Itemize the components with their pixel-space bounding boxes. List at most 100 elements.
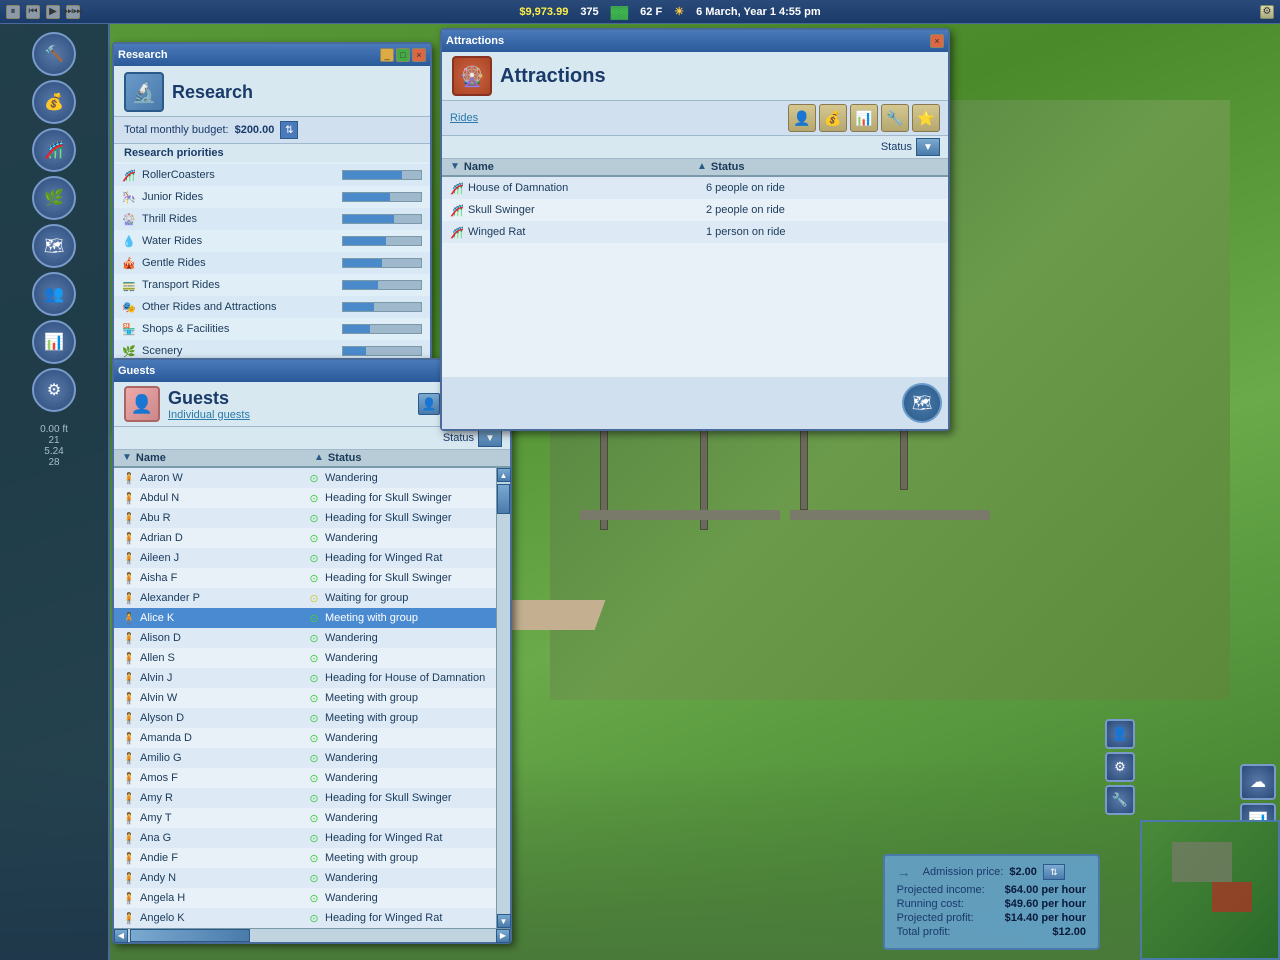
guest-row[interactable]: 🧍 Alvin J ⊙ Heading for House of Damnati… [114,668,496,688]
guest-row[interactable]: 🧍 Angelo K ⊙ Heading for Winged Rat [114,908,496,928]
attraction-row[interactable]: 🎢 Skull Swinger 2 people on ride [442,199,948,221]
guest-avatar-icon: 🧍 [122,871,136,885]
attraction-icon-btn3[interactable]: 📊 [850,104,878,132]
hscroll-thumb[interactable] [130,929,250,942]
guests-status-column-header[interactable]: Status [328,452,502,464]
minimap[interactable] [1140,820,1280,960]
status-filter-dropdown[interactable]: ▼ [478,429,502,447]
guest-row[interactable]: 🧍 Amanda D ⊙ Wandering [114,728,496,748]
play-btn[interactable]: ▶ [46,5,60,19]
research-item-name: Other Rides and Attractions [142,301,336,313]
attractions-close-btn[interactable]: × [930,34,944,48]
wrench-icon-btn[interactable]: 🔧 [1105,785,1135,815]
scroll-down-arrow[interactable]: ▼ [497,914,511,928]
attraction-icon-btn2[interactable]: 💰 [819,104,847,132]
research-item[interactable]: 🎠 Junior Rides [114,186,430,208]
guest-row[interactable]: 🧍 Alice K ⊙ Meeting with group [114,608,496,628]
admission-adjust-btn[interactable]: ⇅ [1043,864,1065,880]
sidebar-btn-scenery[interactable]: 🌿 [32,176,76,220]
cloud-icon-btn[interactable]: ☁ [1240,764,1276,800]
sidebar-btn-build[interactable]: 🔨 [32,32,76,76]
attraction-row[interactable]: 🎢 House of Damnation 6 people on ride [442,177,948,199]
attraction-row[interactable]: 🎢 Winged Rat 1 person on ride [442,221,948,243]
attr-name-col-header[interactable]: Name [464,161,693,173]
guest-name: Alice K [140,612,303,624]
sidebar-btn-settings[interactable]: ⚙ [32,368,76,412]
guest-row[interactable]: 🧍 Aileen J ⊙ Heading for Winged Rat [114,548,496,568]
sidebar-btn-finance[interactable]: 💰 [32,80,76,124]
budget-up-button[interactable]: ⇅ [280,121,298,139]
guests-scrollbar-vertical[interactable]: ▲ ▼ [496,468,510,928]
research-item-icon: 🚃 [122,278,136,292]
sidebar-btn-guests[interactable]: 👥 [32,272,76,316]
guest-row[interactable]: 🧍 Abu R ⊙ Heading for Skull Swinger [114,508,496,528]
scroll-track[interactable] [497,482,510,914]
toolbar-right: ⚙ [1260,5,1274,19]
guest-avatar-icon: 🧍 [122,651,136,665]
scroll-thumb[interactable] [497,484,510,514]
research-item[interactable]: 🎪 Gentle Rides [114,252,430,274]
guests-view-btn1[interactable]: 👤 [418,393,440,415]
attractions-subtitle[interactable]: Rides [450,112,784,124]
pause-btn[interactable]: ⏸ [6,5,20,19]
guest-avatar-icon: 🧍 [122,571,136,585]
guest-status: Meeting with group [325,692,488,704]
guest-row[interactable]: 🧍 Amos F ⊙ Wandering [114,768,496,788]
guest-row[interactable]: 🧍 Aisha F ⊙ Heading for Skull Swinger [114,568,496,588]
guest-row[interactable]: 🧍 Amilio G ⊙ Wandering [114,748,496,768]
attr-status-col-header[interactable]: Status [711,161,940,173]
guest-name: Alvin W [140,692,303,704]
rewind-btn[interactable]: ⏮ [26,5,40,19]
guest-row[interactable]: 🧍 Alyson D ⊙ Meeting with group [114,708,496,728]
guest-row[interactable]: 🧍 Angela H ⊙ Wandering [114,888,496,908]
research-close-btn[interactable]: × [412,48,426,62]
guest-row[interactable]: 🧍 Aaron W ⊙ Wandering [114,468,496,488]
admission-price-value: $2.00 [1009,866,1037,878]
guest-row[interactable]: 🧍 Amy R ⊙ Heading for Skull Swinger [114,788,496,808]
research-item[interactable]: 🚃 Transport Rides [114,274,430,296]
guest-row[interactable]: 🧍 Adrian D ⊙ Wandering [114,528,496,548]
attraction-icon-btn4[interactable]: 🔧 [881,104,909,132]
guest-row[interactable]: 🧍 Amy T ⊙ Wandering [114,808,496,828]
guest-row[interactable]: 🧍 Alison D ⊙ Wandering [114,628,496,648]
research-maximize-btn[interactable]: □ [396,48,410,62]
guest-row[interactable]: 🧍 Andy N ⊙ Wandering [114,868,496,888]
scroll-up-arrow[interactable]: ▲ [497,468,511,482]
guest-status: Wandering [325,892,488,904]
guest-row[interactable]: 🧍 Allen S ⊙ Wandering [114,648,496,668]
research-item[interactable]: 💧 Water Rides [114,230,430,252]
research-item[interactable]: 🏪 Shops & Facilities [114,318,430,340]
guest-status-icon: ⊙ [307,511,321,525]
guest-avatar-icon: 🧍 [122,551,136,565]
guest-row[interactable]: 🧍 Alvin W ⊙ Meeting with group [114,688,496,708]
guest-status: Wandering [325,812,488,824]
hscroll-left-arrow[interactable]: ◀ [114,929,128,943]
attr-status-dropdown[interactable]: ▼ [916,138,940,156]
guests-name-column-header[interactable]: Name [136,452,310,464]
research-item[interactable]: 🎡 Thrill Rides [114,208,430,230]
settings-icon[interactable]: ⚙ [1260,5,1274,19]
research-item[interactable]: 🎢 RollerCoasters [114,164,430,186]
hscroll-track[interactable] [128,929,496,942]
attraction-icon-btn1[interactable]: 👤 [788,104,816,132]
attraction-icon-btn5[interactable]: ⭐ [912,104,940,132]
guest-row[interactable]: 🧍 Abdul N ⊙ Heading for Skull Swinger [114,488,496,508]
guests-subtitle[interactable]: Individual guests [168,409,250,421]
person-icon-btn[interactable]: 👤 [1105,719,1135,749]
sort-icon2: ▲ [314,452,324,464]
guest-status-icon: ⊙ [307,471,321,485]
gear-small-icon-btn[interactable]: ⚙ [1105,752,1135,782]
sidebar-btn-rides[interactable]: 🎢 [32,128,76,172]
attractions-nav-btn[interactable]: 🗺 [902,383,942,423]
guest-status-icon: ⊙ [307,591,321,605]
research-minimize-btn[interactable]: _ [380,48,394,62]
guests-scrollbar-horizontal[interactable]: ◀ ▶ [114,928,510,942]
guest-row[interactable]: 🧍 Ana G ⊙ Heading for Winged Rat [114,828,496,848]
hscroll-right-arrow[interactable]: ▶ [496,929,510,943]
sidebar-btn-stats[interactable]: 📊 [32,320,76,364]
guest-row[interactable]: 🧍 Andie F ⊙ Meeting with group [114,848,496,868]
fast-forward-btn[interactable]: ⏭⏭ [66,5,80,19]
sidebar-btn-map[interactable]: 🗺 [32,224,76,268]
guest-row[interactable]: 🧍 Alexander P ⊙ Waiting for group [114,588,496,608]
research-item[interactable]: 🎭 Other Rides and Attractions [114,296,430,318]
